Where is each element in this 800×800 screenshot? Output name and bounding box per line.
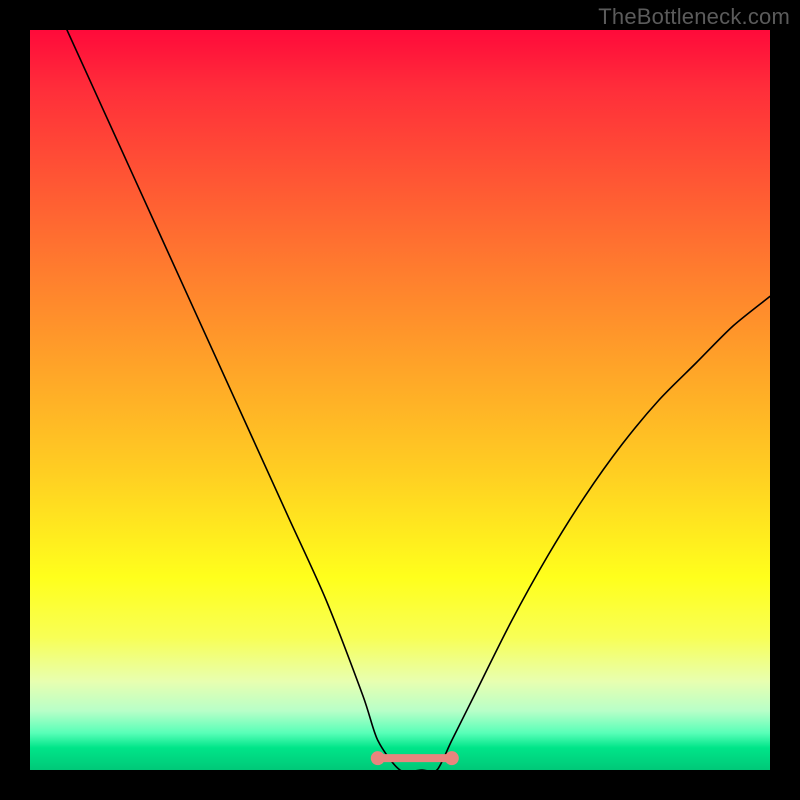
chart-svg xyxy=(30,30,770,770)
chart-frame: TheBottleneck.com xyxy=(0,0,800,800)
bottleneck-curve-line xyxy=(67,30,770,770)
plot-area xyxy=(30,30,770,770)
watermark-text: TheBottleneck.com xyxy=(598,4,790,30)
optimal-range-start-dot xyxy=(371,751,385,765)
optimal-range-bar xyxy=(378,754,452,762)
optimal-range-end-dot xyxy=(445,751,459,765)
